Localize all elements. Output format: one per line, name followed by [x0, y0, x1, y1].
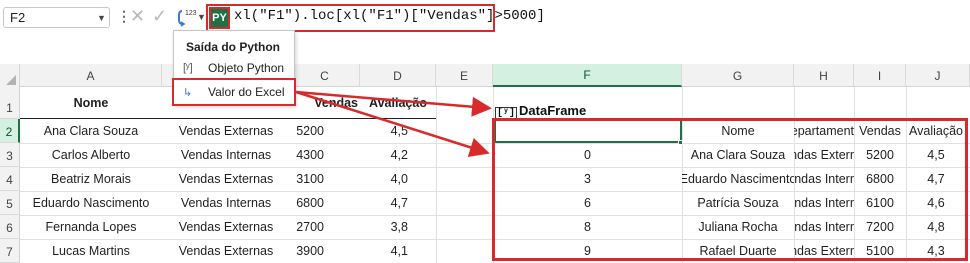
table-cell[interactable]: Vendas Externas: [162, 119, 290, 143]
column-header-a[interactable]: A: [20, 64, 162, 87]
menu-highlight-box: [172, 78, 296, 106]
dataframe-title-text: DataFrame: [519, 103, 587, 118]
table-cell[interactable]: 3100: [290, 167, 360, 191]
select-all-triangle-icon: [6, 75, 16, 85]
cancel-icon[interactable]: ✕: [130, 6, 145, 27]
formula-bar: F2 ▼ ⋮ ✕ ✓ 123 ▼ PY xl("F1").loc[xl("F1"…: [0, 0, 970, 36]
more-options-icon[interactable]: ⋮: [117, 8, 131, 25]
table-cell[interactable]: 4,1: [360, 239, 436, 263]
dataframe-highlight-box: [492, 118, 968, 261]
python-output-icon[interactable]: 123: [176, 7, 196, 28]
gridline: [436, 87, 437, 263]
column-header-c[interactable]: C: [290, 64, 360, 87]
table-cell[interactable]: 5200: [290, 119, 360, 143]
column-header-g[interactable]: G: [682, 64, 794, 87]
svg-text:123: 123: [185, 10, 196, 17]
row-header-4[interactable]: 4: [0, 167, 20, 191]
table-cell[interactable]: Vendas Internas: [162, 191, 290, 215]
table-cell[interactable]: 6800: [290, 191, 360, 215]
table-cell[interactable]: Vendas Externas: [162, 239, 290, 263]
menu-title: Saída do Python: [186, 40, 281, 54]
table-cell[interactable]: 4300: [290, 143, 360, 167]
row-header-3[interactable]: 3: [0, 143, 20, 167]
table-cell[interactable]: 4,7: [360, 191, 436, 215]
table-header-nome[interactable]: Nome: [20, 89, 162, 117]
table-cell[interactable]: 4,5: [360, 119, 436, 143]
menu-item-python-object[interactable]: [ʸ] Objeto Python: [178, 57, 292, 79]
column-header-i[interactable]: I: [854, 64, 906, 87]
table-cell[interactable]: Eduardo Nascimento: [20, 191, 162, 215]
python-object-icon: [ʸ]: [183, 62, 193, 74]
row-header-7[interactable]: 7: [0, 239, 20, 263]
table-cell[interactable]: Ana Clara Souza: [20, 119, 162, 143]
table-cell[interactable]: Carlos Alberto: [20, 143, 162, 167]
table-cell[interactable]: Vendas Externas: [162, 167, 290, 191]
table-cell[interactable]: 3900: [290, 239, 360, 263]
chevron-down-icon[interactable]: ▼: [197, 12, 206, 22]
column-header-d[interactable]: D: [360, 64, 436, 87]
table-cell[interactable]: Fernanda Lopes: [20, 215, 162, 239]
row-header-1[interactable]: 1: [0, 87, 20, 119]
table-cell[interactable]: 3,8: [360, 215, 436, 239]
row-header-5[interactable]: 5: [0, 191, 20, 215]
name-box-value: F2: [10, 10, 26, 25]
column-header-e[interactable]: E: [436, 64, 493, 87]
dataframe-title: [ʸ] DataFrame: [495, 103, 587, 120]
menu-item-label: Objeto Python: [208, 61, 285, 75]
table-cell[interactable]: Vendas Externas: [162, 215, 290, 239]
row-header-6[interactable]: 6: [0, 215, 20, 239]
table-header-avaliacao[interactable]: Avaliação: [360, 89, 436, 117]
table-cell[interactable]: Vendas Internas: [162, 143, 290, 167]
column-header-j[interactable]: J: [906, 64, 970, 87]
table-cell[interactable]: 4,2: [360, 143, 436, 167]
row-header-2[interactable]: 2: [0, 119, 20, 143]
chevron-down-icon[interactable]: ▼: [97, 13, 106, 23]
column-header-h[interactable]: H: [794, 64, 854, 87]
table-cell[interactable]: 4,0: [360, 167, 436, 191]
table-cell[interactable]: Beatriz Morais: [20, 167, 162, 191]
table-cell[interactable]: Lucas Martins: [20, 239, 162, 263]
enter-icon[interactable]: ✓: [152, 6, 167, 27]
name-box[interactable]: F2 ▼: [3, 7, 110, 28]
formula-highlight-box: [206, 4, 495, 32]
table-cell[interactable]: 2700: [290, 215, 360, 239]
column-header-f[interactable]: F: [493, 64, 682, 87]
table-header-vendas[interactable]: Vendas: [290, 89, 360, 117]
